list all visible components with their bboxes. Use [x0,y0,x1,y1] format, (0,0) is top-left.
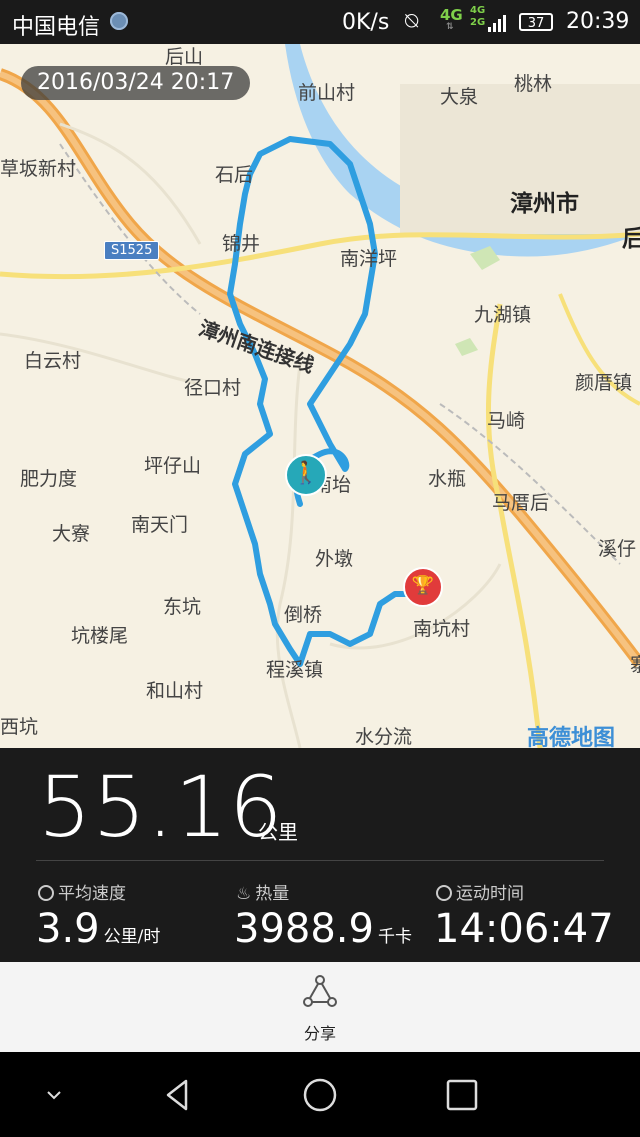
road-shield: S1525 [104,241,160,260]
map-label: 南坑村 [413,618,471,640]
back-icon[interactable] [160,1077,196,1113]
map-label: 坑楼尾 [71,625,129,647]
status-bar: 中国电信 0K/s ⍉ 4G ⇅ 4G 2G 37 20:39 [0,0,640,44]
network-type-2: 4G 2G [470,5,486,28]
map-label: 溪仔 [598,538,637,560]
recents-icon[interactable] [444,1077,480,1113]
collapse-chevron-icon[interactable] [36,1077,72,1113]
map-provider-logo: 高德地图 [527,726,616,748]
trophy-icon[interactable]: 🏆 [403,567,443,607]
mute-icon: ⍉ [405,9,419,34]
calories-label: ♨ 热量 [236,884,290,904]
map-label: 后山 [165,46,204,68]
map-label: 东坑 [163,596,202,618]
duration-label: 运动时间 [436,879,524,904]
map-label: 马厝后 [492,492,550,514]
stats-panel: 55.16 公里 平均速度 3.9 公里/时 ♨ 热量 3988.9 千卡 运动时间 … [0,748,640,962]
minor-road [275,363,302,748]
map-label: 白云村 [24,350,82,372]
share-icon [303,975,337,1007]
map-label: 肥力度 [20,468,78,490]
railway [439,403,621,565]
share-bar: 分享 [0,962,640,1052]
map-label: 锦井 [222,233,261,255]
divider [36,860,604,861]
network-type-1: 4G ⇅ [440,6,463,32]
net-speed: 0K/s [342,10,390,35]
map-label: 程溪镇 [266,659,324,681]
record-datetime: 2016/03/24 20:17 [21,66,251,100]
notification-bubble-icon [110,12,128,30]
map-label: 径口村 [184,377,242,399]
map-label: 寨 [630,654,640,676]
duration-value: 14:06:47 [434,906,614,952]
clock-icon [436,885,452,901]
map-label: 水瓶 [428,468,467,490]
home-icon[interactable] [302,1077,338,1113]
clock: 20:39 [566,9,630,34]
park-area [455,338,478,356]
map-label: 和山村 [146,680,204,702]
map-label: 水分流 [355,726,413,748]
distance-value: 55.16 [38,758,284,856]
map-label: 倒桥 [284,604,323,626]
system-nav-bar [0,1052,640,1137]
map-label: 坪仔山 [144,455,202,477]
calories-value: 3988.9 千卡 [234,906,412,952]
map-label: 桃林 [514,73,553,95]
walker-icon[interactable]: 🚶 [285,454,327,496]
route-path [227,136,408,667]
map-label: 大寮 [52,523,91,545]
stopwatch-icon [38,885,54,901]
flame-icon: ♨ [236,884,252,904]
share-button[interactable]: 分享 [270,962,370,1052]
map-label: 石后 [215,164,254,186]
distance-unit: 公里 [258,820,298,844]
battery-icon: 37 [519,13,553,31]
avg-speed-label: 平均速度 [38,879,126,904]
map-label: 草坂新村 [0,158,77,180]
map-label: 西坑 [0,716,39,738]
route-map[interactable]: 2016/03/24 20:17 S1525 漳州南连接线 后山 前山村 大泉 … [0,44,640,748]
map-label: 马崎 [487,410,526,432]
avg-speed-value: 3.9 公里/时 [36,906,161,952]
signal-bars-icon [488,12,508,32]
map-label: 前山村 [298,82,356,104]
map-label: 九湖镇 [474,304,532,326]
map-label: 颜厝镇 [575,372,633,394]
map-label-city: 漳州市 [510,191,579,217]
map-label: 南洋坪 [340,248,398,270]
share-label: 分享 [303,1024,336,1043]
map-label: 后 [622,226,640,252]
map-label: 南天门 [131,514,189,536]
map-label: 外墩 [315,548,354,570]
carrier-name: 中国电信 [12,15,101,40]
map-label: 大泉 [440,86,479,108]
